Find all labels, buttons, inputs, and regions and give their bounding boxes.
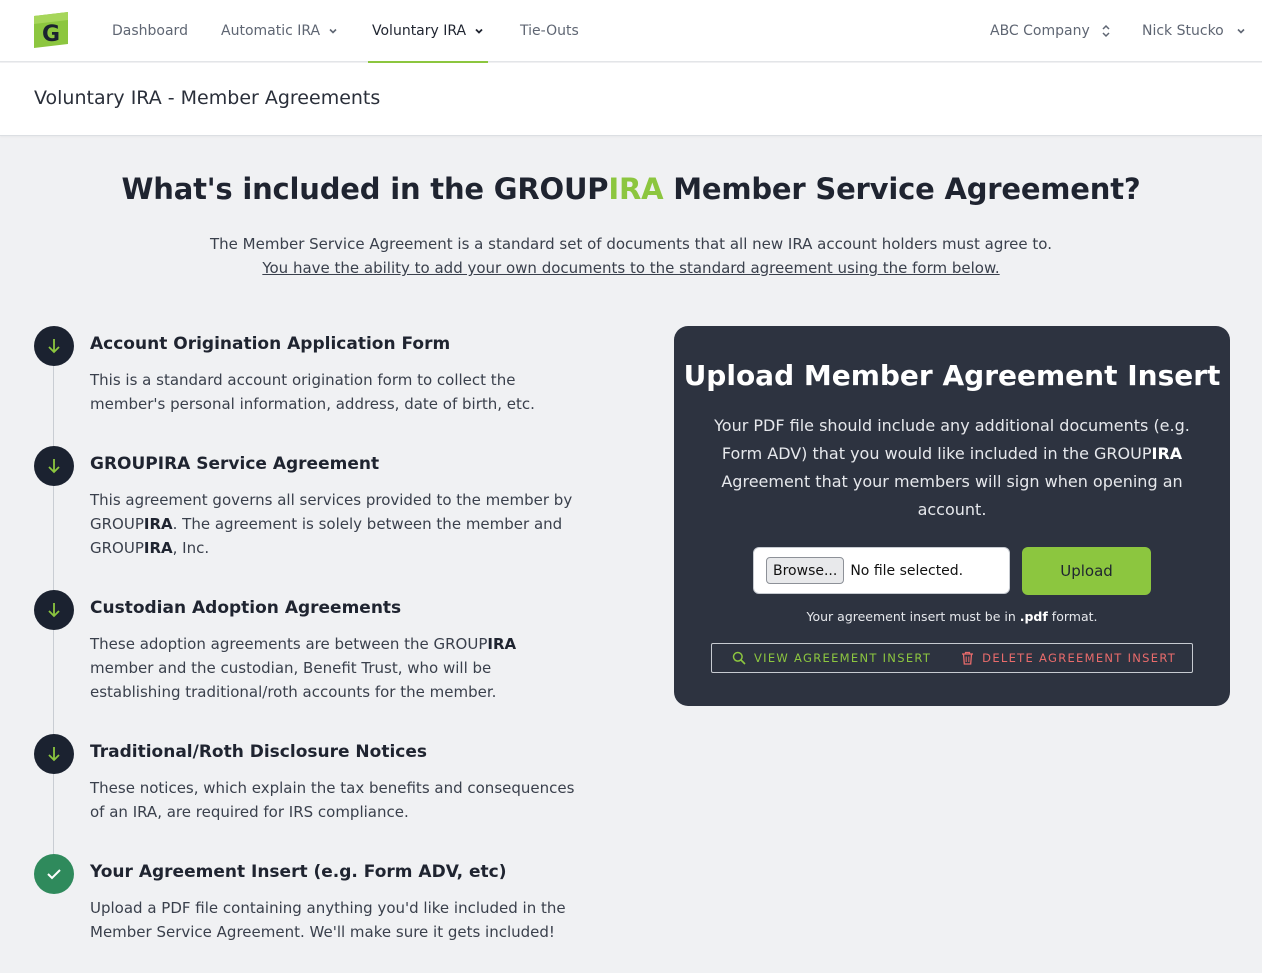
sort-selector-icon <box>1102 24 1110 38</box>
step-title: Custodian Adoption Agreements <box>90 598 402 618</box>
download-arrow-icon[interactable] <box>34 734 74 774</box>
search-icon <box>732 651 746 665</box>
format-note-post: format. <box>1047 609 1098 624</box>
step-description-bold: IRA <box>143 515 173 533</box>
upload-panel: Upload Member Agreement Insert Your PDF … <box>674 326 1230 706</box>
step-description-part: , Inc. <box>172 539 210 557</box>
nav-automatic-ira-label: Automatic IRA <box>221 23 321 39</box>
format-note: Your agreement insert must be in .pdf fo… <box>674 609 1230 624</box>
upload-panel-title: Upload Member Agreement Insert <box>683 359 1221 392</box>
upload-desc-bold: IRA <box>1151 444 1183 463</box>
page-title: Voluntary IRA - Member Agreements <box>34 87 381 109</box>
hero-title: What's included in the GROUPIRA Member S… <box>0 172 1262 206</box>
insert-actions: VIEW AGREEMENT INSERT DELETE AGREEMENT I… <box>711 643 1193 673</box>
download-arrow-icon[interactable] <box>34 326 74 366</box>
step-description-bold: IRA <box>487 635 517 653</box>
top-navigation: G Dashboard Automatic IRA Voluntary IRA … <box>0 0 1262 63</box>
step-description: Upload a PDF file containing anything yo… <box>90 899 566 941</box>
delete-agreement-insert-label: DELETE AGREEMENT INSERT <box>982 651 1177 665</box>
nav-tie-outs-label: Tie-Outs <box>520 23 579 39</box>
add-documents-link[interactable]: You have the ability to add your own doc… <box>0 256 1262 280</box>
hero-description-text: The Member Service Agreement is a standa… <box>210 235 1052 253</box>
delete-agreement-insert-button[interactable]: DELETE AGREEMENT INSERT <box>961 651 1176 665</box>
nav-automatic-ira[interactable]: Automatic IRA <box>221 0 338 62</box>
chevron-down-icon <box>329 28 337 34</box>
nav-tie-outs[interactable]: Tie-Outs <box>520 0 579 62</box>
download-arrow-icon[interactable] <box>34 590 74 630</box>
hero-description: The Member Service Agreement is a standa… <box>0 232 1262 280</box>
upload-desc-part: Agreement that your members will sign wh… <box>721 472 1183 519</box>
step-title: GROUPIRA Service Agreement <box>90 454 380 474</box>
step-title: Your Agreement Insert (e.g. Form ADV, et… <box>90 862 507 882</box>
step-description: These notices, which explain the tax ben… <box>90 779 575 821</box>
company-selector[interactable]: ABC Company <box>990 0 1111 62</box>
step-description-part: member and the custodian, Benefit Trust,… <box>90 659 497 701</box>
step-title: Account Origination Application Form <box>90 334 451 354</box>
nav-voluntary-ira[interactable]: Voluntary IRA <box>367 0 489 63</box>
step-description: This is a standard account origination f… <box>90 371 535 413</box>
step-description: These adoption agreements are between th… <box>90 632 580 704</box>
checkmark-icon <box>34 854 74 894</box>
format-note-pre: Your agreement insert must be in <box>806 609 1020 624</box>
step-description: This agreement governs all services prov… <box>90 488 580 560</box>
view-agreement-insert-button[interactable]: VIEW AGREEMENT INSERT <box>732 651 931 665</box>
chevron-down-icon <box>475 28 483 34</box>
logo-letter: G <box>42 22 60 47</box>
step-title: Traditional/Roth Disclosure Notices <box>90 742 428 762</box>
page-header: Voluntary IRA - Member Agreements <box>0 63 1262 136</box>
file-input[interactable]: Browse... No file selected. <box>753 547 1010 594</box>
company-name: ABC Company <box>990 23 1090 39</box>
groupira-logo[interactable]: G <box>34 12 68 48</box>
nav-dashboard-label: Dashboard <box>112 23 188 39</box>
upload-panel-description: Your PDF file should include any additio… <box>694 412 1210 524</box>
user-menu[interactable]: Nick Stucko <box>1142 0 1246 62</box>
upload-desc-part: Your PDF file should include any additio… <box>714 416 1190 463</box>
upload-button[interactable]: Upload <box>1022 547 1151 595</box>
chevron-down-icon <box>1237 28 1245 34</box>
trash-icon <box>962 651 974 665</box>
user-name: Nick Stucko <box>1142 23 1224 39</box>
browse-button[interactable]: Browse... <box>766 557 845 584</box>
format-note-ext: .pdf <box>1019 609 1048 624</box>
view-agreement-insert-label: VIEW AGREEMENT INSERT <box>754 651 932 665</box>
nav-dashboard[interactable]: Dashboard <box>112 0 188 62</box>
hero-title-accent: IRA <box>608 172 664 206</box>
download-arrow-icon[interactable] <box>34 446 74 486</box>
nav-voluntary-ira-label: Voluntary IRA <box>372 23 467 39</box>
hero-title-post: Member Service Agreement? <box>663 172 1141 206</box>
file-status: No file selected. <box>850 562 964 579</box>
hero-title-pre: What's included in the GROUP <box>121 172 609 206</box>
step-description-part: These adoption agreements are between th… <box>90 635 488 653</box>
step-description-bold: IRA <box>143 539 173 557</box>
